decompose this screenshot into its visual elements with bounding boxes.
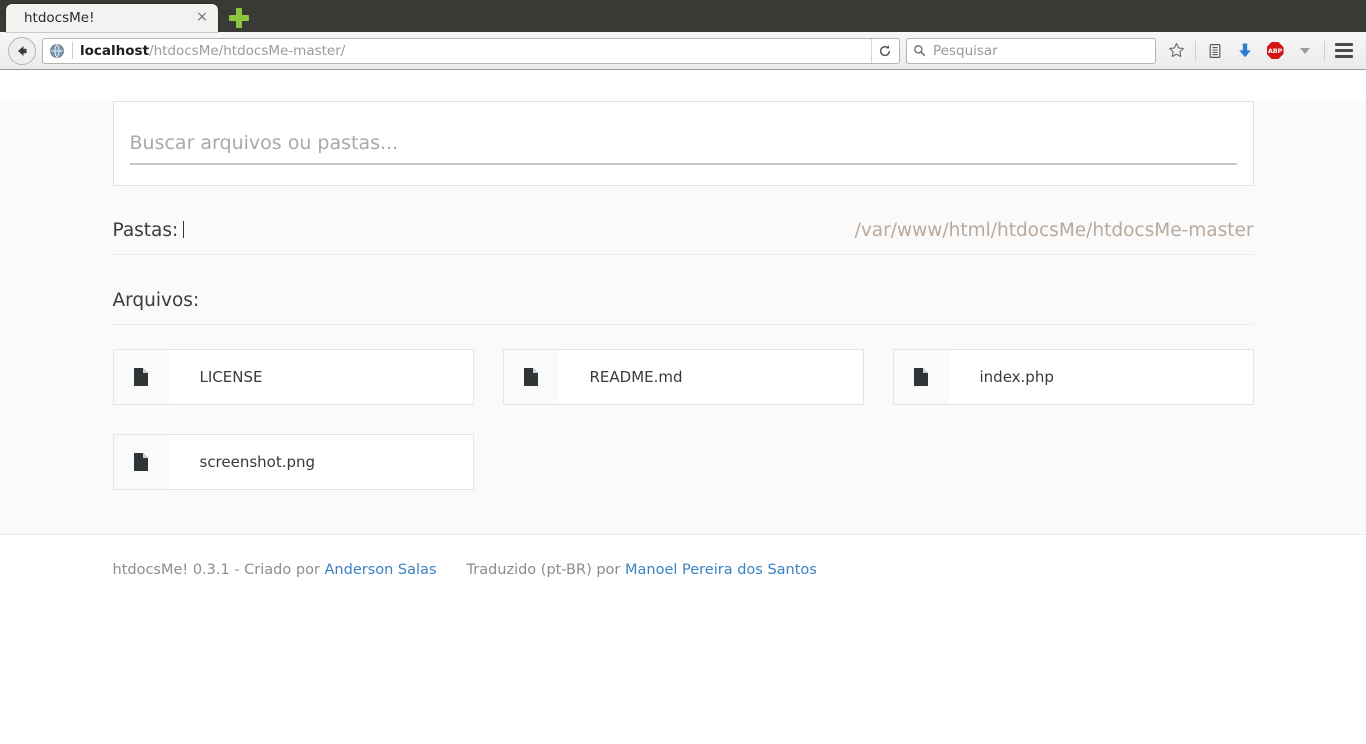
toolbar-separator-2 (1324, 40, 1325, 61)
file-card[interactable]: README.md (502, 349, 864, 405)
back-button[interactable] (8, 36, 36, 65)
file-card[interactable]: LICENSE (112, 349, 474, 405)
library-button[interactable] (1201, 37, 1229, 65)
file-name: README.md (589, 368, 683, 386)
url-separator (72, 42, 73, 59)
library-icon (1209, 43, 1221, 58)
browser-tab[interactable]: htdocsMe! × (6, 4, 218, 32)
footer-content: htdocsMe! 0.3.1 - Criado por Anderson Sa… (113, 562, 1254, 578)
hamburger-menu-icon (1335, 40, 1353, 61)
folders-section-header: Pastas: /var/www/html/htdocsMe/htdocsMe-… (112, 186, 1254, 255)
file-card[interactable]: index.php (892, 349, 1254, 405)
file-name: screenshot.png (199, 453, 316, 471)
back-arrow-icon (18, 45, 27, 56)
downloads-button[interactable] (1231, 37, 1259, 65)
folders-label-wrap: Pastas: (113, 220, 185, 241)
file-search-card (112, 101, 1254, 186)
current-path: /var/www/html/htdocsMe/htdocsMe-master (854, 220, 1254, 241)
credit-prefix: htdocsMe! 0.3.1 - Criado por (112, 562, 320, 578)
toolbar-separator (1195, 40, 1196, 61)
browser-search-box[interactable]: Pesquisar (906, 37, 1156, 64)
files-label: Arquivos: (112, 290, 200, 311)
overflow-button[interactable] (1291, 37, 1319, 65)
file-icon (134, 453, 148, 471)
translation-prefix: Traduzido (pt-BR) por (466, 562, 621, 578)
text-cursor (183, 221, 185, 238)
file-name: index.php (979, 368, 1054, 386)
file-name: LICENSE (199, 368, 263, 386)
url-text: localhost/htdocsMe/htdocsMe-master/ (80, 43, 871, 59)
url-path: /htdocsMe/htdocsMe-master/ (149, 42, 346, 59)
url-host: localhost (80, 42, 150, 59)
chevron-down-icon (1300, 47, 1310, 54)
tab-bar: htdocsMe! × (0, 0, 1366, 32)
credit-line: htdocsMe! 0.3.1 - Criado por Anderson Sa… (113, 562, 437, 578)
files-section-header: Arquivos: (112, 255, 1254, 325)
reload-icon (879, 44, 890, 56)
file-search-input[interactable] (129, 128, 1237, 165)
adblock-plus-button[interactable]: ABP (1261, 37, 1289, 65)
address-bar[interactable]: localhost/htdocsMe/htdocsMe-master/ (42, 37, 900, 64)
file-icon (524, 368, 538, 386)
page-viewport: Pastas: /var/www/html/htdocsMe/htdocsMe-… (0, 70, 1366, 743)
search-icon (914, 45, 926, 57)
browser-search-placeholder: Pesquisar (933, 42, 998, 59)
file-icon (914, 368, 928, 386)
star-icon (1168, 42, 1184, 58)
file-card[interactable]: screenshot.png (112, 434, 474, 490)
file-icon-column (893, 350, 949, 404)
file-grid: LICENSE README.md index.php screenshot.p… (112, 325, 1254, 490)
download-arrow-icon (1239, 43, 1251, 58)
page-footer: htdocsMe! 0.3.1 - Criado por Anderson Sa… (0, 535, 1366, 578)
content-container: Pastas: /var/www/html/htdocsMe/htdocsMe-… (112, 101, 1254, 490)
file-icon (134, 368, 148, 386)
menu-button[interactable] (1330, 37, 1358, 65)
file-icon-column (503, 350, 559, 404)
adblock-plus-icon: ABP (1266, 42, 1284, 59)
translation-line: Traduzido (pt-BR) por Manoel Pereira dos… (467, 562, 817, 578)
bookmark-button[interactable] (1162, 37, 1190, 65)
reload-button[interactable] (871, 38, 897, 63)
file-icon-column (113, 435, 169, 489)
toolbar-icons: ABP (1162, 37, 1358, 65)
author-link[interactable]: Anderson Salas (325, 562, 437, 578)
close-icon[interactable]: × (194, 10, 210, 26)
file-icon-column (113, 350, 169, 404)
folders-label: Pastas: (112, 220, 179, 241)
new-tab-icon[interactable] (228, 7, 250, 29)
footer-container: htdocsMe! 0.3.1 - Criado por Anderson Sa… (113, 562, 1254, 578)
navigation-toolbar: localhost/htdocsMe/htdocsMe-master/ Pesq… (0, 32, 1366, 70)
browser-chrome: htdocsMe! × localhost/htdocsMe/htdocsMe-… (0, 0, 1366, 70)
translator-link[interactable]: Manoel Pereira dos Santos (625, 562, 817, 578)
globe-icon (50, 43, 64, 58)
tab-title: htdocsMe! (24, 10, 95, 26)
page-main: Pastas: /var/www/html/htdocsMe/htdocsMe-… (0, 101, 1366, 535)
